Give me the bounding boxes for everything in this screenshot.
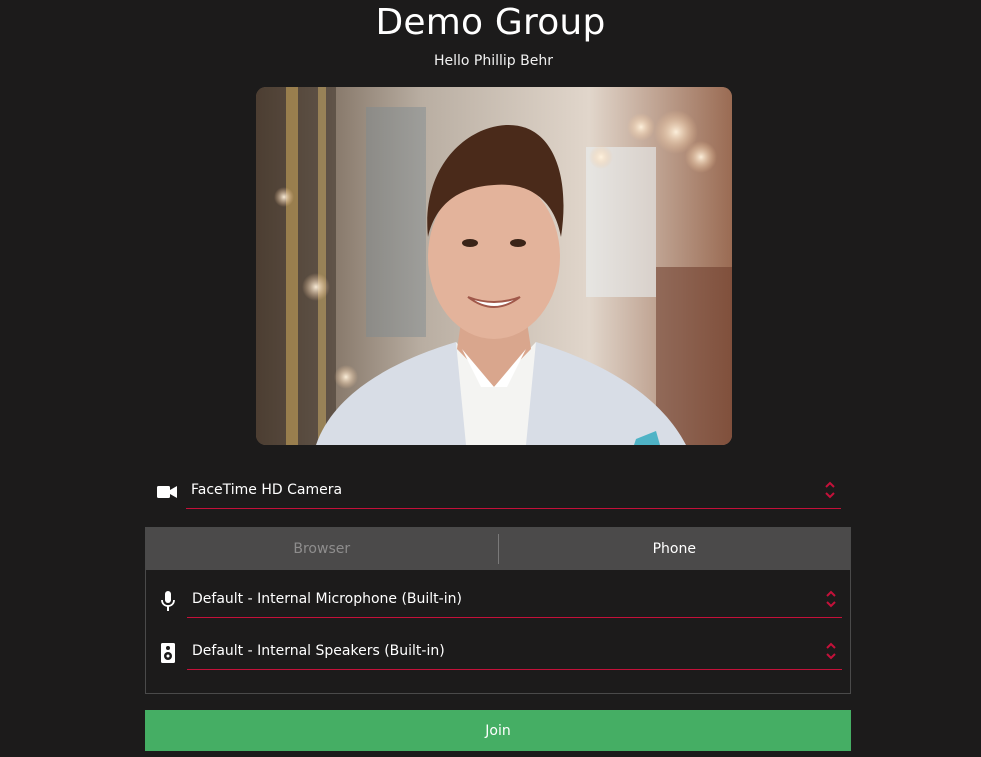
join-screen: Demo Group Hello Phillip Behr FaceTime H… <box>0 0 981 757</box>
speaker-icon <box>146 636 190 670</box>
page-title: Demo Group <box>375 2 606 43</box>
tab-browser[interactable]: Browser <box>146 528 498 570</box>
camera-select[interactable]: FaceTime HD Camera <box>145 475 851 515</box>
speaker-select-field[interactable]: Default - Internal Speakers (Built-in) <box>187 636 842 670</box>
join-button[interactable]: Join <box>145 710 851 751</box>
chevron-up-down-icon <box>826 590 836 608</box>
tab-phone[interactable]: Phone <box>499 528 851 570</box>
microphone-select-value: Default - Internal Microphone (Built-in) <box>192 591 462 607</box>
speaker-select[interactable]: Default - Internal Speakers (Built-in) <box>146 636 852 676</box>
tab-phone-label: Phone <box>652 541 696 557</box>
chevron-up-down-icon <box>826 642 836 660</box>
chevron-up-down-icon <box>825 481 835 499</box>
greeting-text: Hello Phillip Behr <box>434 53 553 69</box>
audio-source-tabs: Browser Phone <box>146 528 850 570</box>
video-camera-icon <box>145 475 189 509</box>
camera-select-field[interactable]: FaceTime HD Camera <box>186 475 841 509</box>
audio-settings-panel: Browser Phone Default - Internal Microph… <box>145 527 851 694</box>
camera-preview-image <box>256 87 732 445</box>
tab-browser-label: Browser <box>293 541 351 557</box>
speaker-select-value: Default - Internal Speakers (Built-in) <box>192 643 445 659</box>
camera-select-value: FaceTime HD Camera <box>191 482 343 498</box>
microphone-select-field[interactable]: Default - Internal Microphone (Built-in) <box>187 584 842 618</box>
microphone-select[interactable]: Default - Internal Microphone (Built-in) <box>146 584 852 624</box>
microphone-icon <box>146 584 190 618</box>
camera-preview <box>256 87 732 445</box>
